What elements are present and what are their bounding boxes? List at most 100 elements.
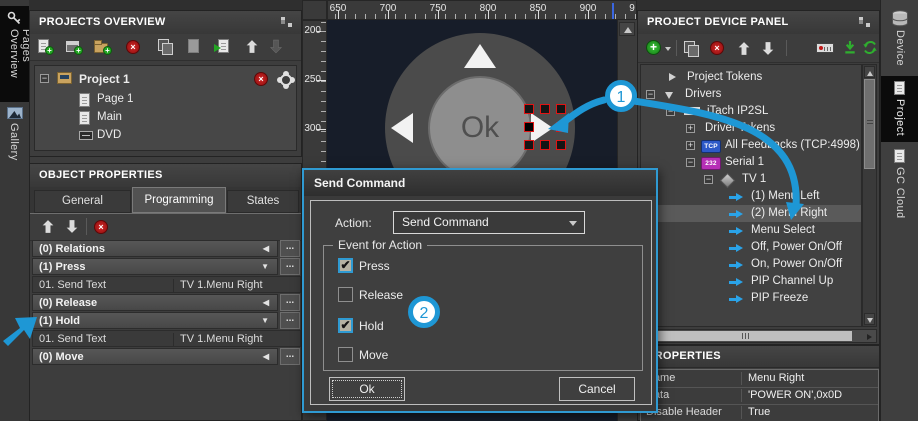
group-row-relations[interactable]: (0) Relations ◀ (32, 240, 278, 257)
tree-item-pip-freeze[interactable]: PIP Freeze (641, 290, 861, 307)
more-button[interactable]: ... (280, 258, 300, 275)
tab-device[interactable]: Device (881, 8, 918, 72)
action-select[interactable]: Send Command (393, 211, 585, 234)
tab-gallery[interactable]: Gallery (0, 104, 29, 166)
move-down-button[interactable] (760, 41, 776, 56)
ok-button-widget[interactable]: Ok (428, 76, 532, 180)
selection-handle[interactable] (524, 122, 534, 132)
scroll-right-icon[interactable] (867, 334, 872, 340)
tree-item-project-tokens[interactable]: Project Tokens (641, 69, 861, 86)
group-row-release[interactable]: (0) Release ◀ (32, 294, 278, 311)
tab-pages-overview[interactable]: Pages Overview (0, 6, 32, 102)
expanded-marker-icon[interactable]: ▼ (261, 262, 269, 271)
move-up-button[interactable] (244, 39, 260, 54)
scroll-up-button[interactable] (619, 22, 635, 36)
device-learn-button[interactable] (816, 43, 834, 58)
collapsed-marker-icon[interactable]: ◀ (263, 298, 269, 307)
move-down-button[interactable] (64, 219, 80, 234)
cancel-button[interactable]: Cancel (559, 377, 635, 401)
more-button[interactable]: ... (280, 312, 300, 329)
panel-layout-icon[interactable] (280, 16, 293, 28)
expander-minus-icon[interactable] (646, 90, 655, 99)
group-row-hold[interactable]: (1) Hold ▼ (32, 312, 278, 329)
collapsed-arrow-icon[interactable] (669, 73, 676, 81)
paste-button[interactable] (186, 39, 202, 54)
property-row-disable-header[interactable]: Disable Header True (641, 404, 878, 421)
copy-button[interactable] (158, 39, 174, 55)
tree-item-off-power[interactable]: Off, Power On/Off (641, 239, 861, 256)
dialog-title-bar[interactable]: Send Command (304, 170, 656, 196)
tab-gc-cloud[interactable]: GC Cloud (881, 146, 918, 222)
hold-checkbox[interactable] (338, 318, 353, 333)
selection-handle[interactable] (556, 104, 566, 114)
selection-handle[interactable] (524, 140, 534, 150)
add-folder-button[interactable] (94, 39, 112, 55)
tree-item-driver-tokens[interactable]: Driver Tokens (641, 120, 861, 137)
move-up-button[interactable] (736, 41, 752, 56)
dpad-right-button[interactable] (531, 113, 553, 143)
dpad-up-button[interactable] (464, 44, 496, 68)
delete-button[interactable] (126, 39, 142, 54)
expander-minus-icon[interactable] (666, 107, 675, 116)
expanded-marker-icon[interactable]: ▼ (261, 316, 269, 325)
import-page-button[interactable] (214, 39, 230, 54)
tree-item-drivers[interactable]: Drivers (641, 86, 861, 103)
selection-handle[interactable] (556, 122, 566, 132)
more-button[interactable]: ... (280, 348, 300, 365)
expander-plus-icon[interactable] (686, 124, 695, 133)
tree-item-pip-channel-up[interactable]: PIP Channel Up (641, 273, 861, 290)
project-settings-icon[interactable] (280, 74, 292, 86)
download-button[interactable] (842, 40, 858, 55)
tree-item-serial-1[interactable]: 232 Serial 1 (641, 154, 861, 171)
expander-minus-icon[interactable] (40, 74, 49, 83)
tree-item-menu-left[interactable]: (1) Menu Left (641, 188, 861, 205)
tree-item-menu-right[interactable]: (2) Menu Right (641, 205, 861, 222)
tab-states[interactable]: States (227, 190, 299, 213)
property-row-data[interactable]: Data 'POWER ON',0x0D (641, 387, 878, 405)
selection-handle[interactable] (540, 104, 550, 114)
delete-action-button[interactable] (94, 219, 110, 234)
move-checkbox[interactable] (338, 347, 353, 362)
tab-programming[interactable]: Programming (132, 187, 226, 213)
tree-item-menu-select[interactable]: Menu Select (641, 222, 861, 239)
command-row-press-send-text[interactable]: 01. Send Text TV 1.Menu Right (32, 276, 301, 293)
expander-minus-icon[interactable] (686, 158, 695, 167)
tree-item-all-feedbacks[interactable]: TCP All Feedbacks (TCP:4998) (641, 137, 861, 154)
group-row-press[interactable]: (1) Press ▼ (32, 258, 278, 275)
scroll-down-button[interactable] (864, 313, 875, 325)
selection-handle[interactable] (524, 104, 534, 114)
refresh-button[interactable] (862, 40, 878, 55)
tab-project[interactable]: Project (881, 76, 918, 142)
device-tree-vertical-scrollbar[interactable] (862, 64, 877, 327)
selection-handle[interactable] (556, 140, 566, 150)
duplicate-button[interactable] (684, 41, 700, 57)
tree-item-project-1[interactable]: Project 1 (35, 69, 296, 89)
scroll-up-button[interactable] (864, 66, 875, 78)
hold-checkbox-label[interactable]: Hold (359, 319, 384, 333)
group-row-move[interactable]: (0) Move ◀ (32, 348, 278, 365)
tree-item-dvd[interactable]: DVD (35, 127, 296, 145)
move-up-button[interactable] (40, 219, 56, 234)
add-driver-button[interactable]: + (646, 40, 661, 55)
release-checkbox[interactable] (338, 287, 353, 302)
press-checkbox[interactable] (338, 258, 353, 273)
more-button[interactable]: ... (280, 240, 300, 257)
tree-item-tv-1[interactable]: TV 1 (641, 171, 861, 189)
more-button[interactable]: ... (280, 294, 300, 311)
tab-general[interactable]: General (34, 190, 131, 213)
add-popup-button[interactable] (66, 39, 83, 55)
delete-project-icon[interactable] (254, 72, 268, 86)
expander-plus-icon[interactable] (686, 141, 695, 150)
ok-button[interactable]: Ok (329, 377, 405, 401)
selection-handle[interactable] (540, 140, 550, 150)
panel-layout-icon[interactable] (858, 16, 871, 28)
dpad-left-button[interactable] (391, 113, 413, 143)
tree-item-on-power[interactable]: On, Power On/Off (641, 256, 861, 273)
collapsed-marker-icon[interactable]: ◀ (263, 352, 269, 361)
move-checkbox-label[interactable]: Move (359, 348, 388, 362)
device-tree-horizontal-scrollbar[interactable] (640, 329, 877, 343)
scrollbar-thumb[interactable] (864, 79, 875, 169)
tree-item-itach-ip2sl[interactable]: iTach IP2SL (641, 103, 861, 120)
press-checkbox-label[interactable]: Press (359, 259, 390, 273)
tree-item-page-1[interactable]: Page 1 (35, 91, 296, 109)
